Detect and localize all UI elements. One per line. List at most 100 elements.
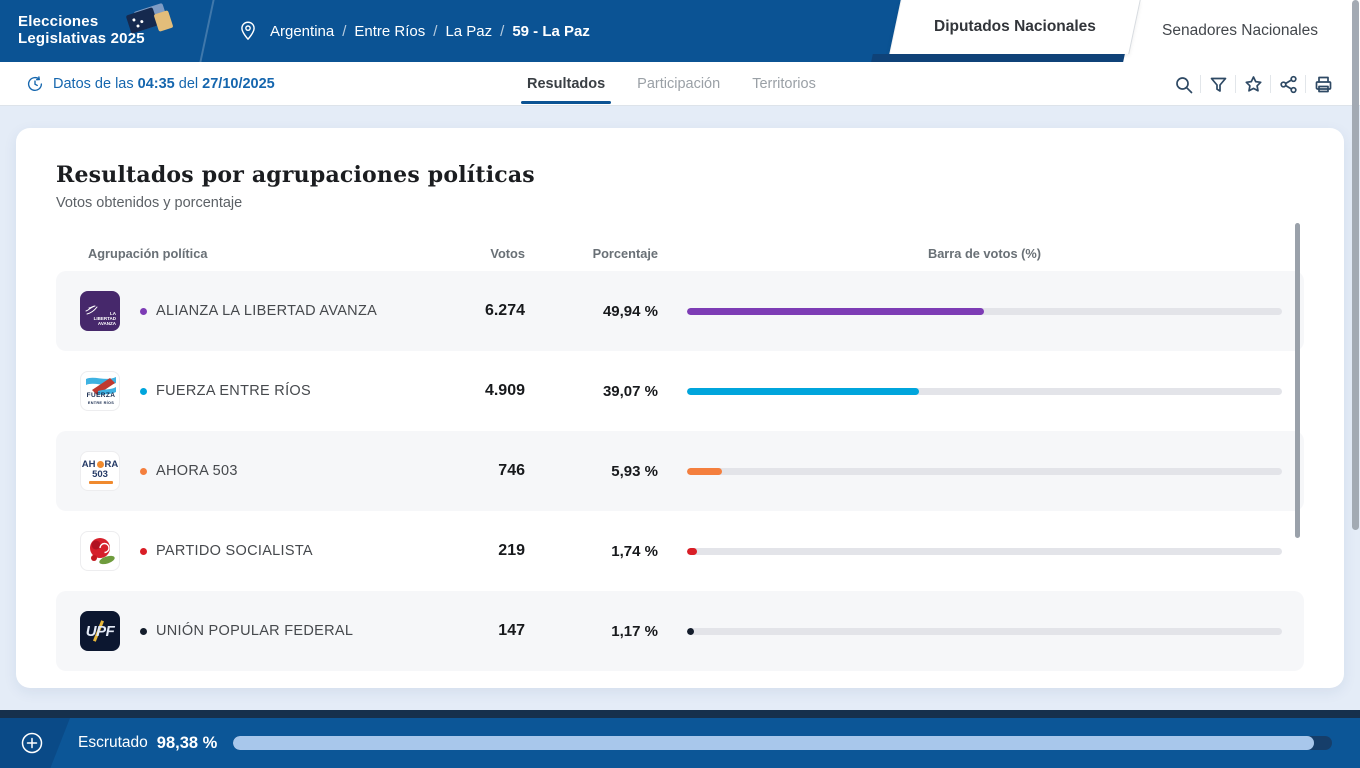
- party-color-bullet: [140, 628, 147, 635]
- data-prefix: Datos de las: [53, 76, 134, 92]
- print-button[interactable]: [1306, 62, 1340, 106]
- breadcrumb-separator: /: [500, 23, 504, 40]
- column-header-percentage: Porcentaje: [525, 246, 658, 261]
- scrutiny-progress-track: [233, 736, 1332, 750]
- ballots-icon: [122, 4, 182, 38]
- clock-refresh-icon: [26, 75, 44, 93]
- column-header-party: Agrupación política: [80, 246, 415, 261]
- results-card: Resultados por agrupaciones políticas Vo…: [16, 128, 1344, 688]
- party-color-bullet: [140, 548, 147, 555]
- sun-icon: [97, 461, 104, 468]
- expand-button[interactable]: [21, 732, 43, 754]
- sub-header-toolbar: Datos de las 04:35 del 27/10/2025 Result…: [0, 62, 1360, 106]
- vote-bar-track: [687, 388, 1282, 395]
- card-scrollbar[interactable]: [1295, 223, 1300, 538]
- scrutiny-label: Escrutado: [78, 734, 148, 752]
- table-row[interactable]: UPF UNIÓN POPULAR FEDERAL 147 1,17 %: [56, 591, 1304, 671]
- tab-senadores-nacionales[interactable]: Senadores Nacionales: [1120, 0, 1360, 62]
- tab-territorios[interactable]: Territorios: [752, 62, 816, 106]
- breadcrumb-separator: /: [433, 23, 437, 40]
- party-color-bullet: [140, 468, 147, 475]
- party-logo-la-libertad-avanza: LA LIBERTAD AVANZA: [80, 291, 120, 331]
- column-header-bar: Barra de votos (%): [687, 246, 1282, 261]
- tab-diputados-label: Diputados Nacionales: [934, 18, 1096, 36]
- breadcrumb-separator: /: [342, 23, 346, 40]
- filter-icon: [1209, 75, 1228, 94]
- vote-bar-track: [687, 468, 1282, 475]
- print-icon: [1314, 75, 1333, 94]
- percentage-value: 39,07 %: [525, 383, 658, 400]
- party-logo-fuerza-entre-rios: FUERZA ENTRE RÍOS: [80, 371, 120, 411]
- filter-button[interactable]: [1201, 62, 1235, 106]
- tab-participacion[interactable]: Participación: [637, 62, 720, 106]
- active-tab-underline: [871, 54, 1125, 62]
- action-icon-bar: [1166, 62, 1340, 106]
- breadcrumb-item-argentina[interactable]: Argentina: [270, 23, 334, 40]
- table-row[interactable]: LA LIBERTAD AVANZA ALIANZA LA LIBERTAD A…: [56, 271, 1304, 351]
- view-tabs: Resultados Participación Territorios: [527, 62, 816, 106]
- app-header: Elecciones Legislativas 2025 Argentina /…: [0, 0, 1360, 62]
- search-button[interactable]: [1166, 62, 1200, 106]
- page-title: Resultados por agrupaciones políticas: [56, 162, 1304, 188]
- data-date: 27/10/2025: [202, 76, 275, 92]
- scrutiny-status: Escrutado 98,38 %: [78, 718, 217, 768]
- votes-value: 746: [415, 462, 525, 480]
- percentage-value: 1,74 %: [525, 543, 658, 560]
- percentage-value: 5,93 %: [525, 463, 658, 480]
- share-button[interactable]: [1271, 62, 1305, 106]
- tab-resultados[interactable]: Resultados: [527, 62, 605, 106]
- vote-bar-fill: [687, 628, 694, 635]
- vote-bar-track: [687, 308, 1282, 315]
- plus-circle-icon: [21, 732, 43, 754]
- tab-diputados-nacionales[interactable]: Diputados Nacionales: [889, 0, 1140, 54]
- party-color-bullet: [140, 388, 147, 395]
- votes-value: 219: [415, 542, 525, 560]
- search-icon: [1174, 75, 1193, 94]
- star-icon: [1244, 75, 1263, 94]
- vote-bar-track: [687, 628, 1282, 635]
- vote-bar-fill: [687, 308, 984, 315]
- column-header-votes: Votos: [415, 246, 525, 261]
- favorite-button[interactable]: [1236, 62, 1270, 106]
- breadcrumb-item-entre-rios[interactable]: Entre Ríos: [354, 23, 425, 40]
- votes-value: 147: [415, 622, 525, 640]
- vote-bar-fill: [687, 468, 722, 475]
- table-row[interactable]: AHRA 503 AHORA 503 746 5,93 %: [56, 431, 1304, 511]
- votes-value: 6.274: [415, 302, 525, 320]
- party-color-bullet: [140, 308, 147, 315]
- tab-senadores-label: Senadores Nacionales: [1162, 22, 1318, 40]
- location-pin-icon: [238, 20, 258, 42]
- party-name: UNIÓN POPULAR FEDERAL: [156, 623, 353, 639]
- party-logo-union-popular-federal: UPF: [80, 611, 120, 651]
- breadcrumb-item-la-paz[interactable]: La Paz: [445, 23, 492, 40]
- data-connector: del: [179, 76, 198, 92]
- share-icon: [1279, 75, 1298, 94]
- page-scrollbar[interactable]: [1352, 0, 1359, 530]
- orange-underline: [89, 481, 113, 484]
- percentage-value: 1,17 %: [525, 623, 658, 640]
- header-diagonal-divider: [199, 0, 214, 62]
- vote-bar-fill: [687, 388, 919, 395]
- table-row[interactable]: PARTIDO SOCIALISTA 219 1,74 %: [56, 511, 1304, 591]
- data-time: 04:35: [138, 76, 175, 92]
- results-table: LA LIBERTAD AVANZA ALIANZA LA LIBERTAD A…: [56, 271, 1304, 671]
- rose-icon: [83, 534, 119, 570]
- votes-value: 4.909: [415, 382, 525, 400]
- footer-top-strip: [0, 710, 1360, 718]
- party-name: AHORA 503: [156, 463, 238, 479]
- table-row[interactable]: FUERZA ENTRE RÍOS FUERZA ENTRE RÍOS 4.90…: [56, 351, 1304, 431]
- party-logo-ahora-503: AHRA 503: [80, 451, 120, 491]
- scrutiny-progress-fill: [233, 736, 1314, 750]
- breadcrumb-current: 59 - La Paz: [512, 23, 590, 40]
- breadcrumb: Argentina / Entre Ríos / La Paz / 59 - L…: [238, 0, 590, 62]
- party-name: PARTIDO SOCIALISTA: [156, 543, 313, 559]
- vote-bar-fill: [687, 548, 697, 555]
- percentage-value: 49,94 %: [525, 303, 658, 320]
- party-name: ALIANZA LA LIBERTAD AVANZA: [156, 303, 377, 319]
- scrutiny-footer: Escrutado 98,38 %: [0, 718, 1360, 768]
- vote-bar-track: [687, 548, 1282, 555]
- table-column-headers: Agrupación política Votos Porcentaje Bar…: [56, 243, 1304, 263]
- party-name: FUERZA ENTRE RÍOS: [156, 383, 311, 399]
- scrutiny-value: 98,38 %: [157, 734, 218, 753]
- party-logo-partido-socialista: [80, 531, 120, 571]
